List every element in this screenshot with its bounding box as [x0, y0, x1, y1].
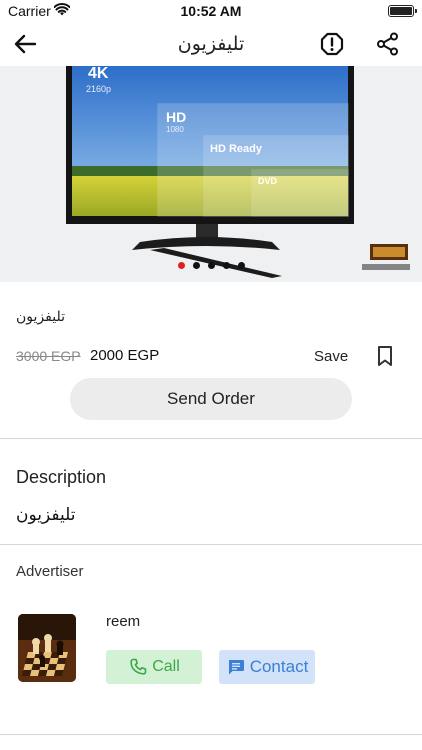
- description-heading: Description: [16, 467, 107, 487]
- clock: 10:52 AM: [180, 3, 242, 19]
- advertiser-name: reem: [106, 613, 141, 630]
- current-price: 2000 EGP: [90, 347, 160, 364]
- phone-icon: [130, 658, 147, 675]
- gallery-label-hd: HD: [166, 109, 186, 125]
- gallery-label-1080: 1080: [166, 125, 184, 134]
- price-row: 3000 EGP 2000 EGP Save: [16, 346, 406, 368]
- page-title: تليفزيون: [177, 33, 245, 55]
- alert-octagon-icon[interactable]: [318, 30, 346, 58]
- contact-button[interactable]: Contact: [219, 650, 315, 684]
- gallery-dot[interactable]: [177, 262, 185, 269]
- chess-board-avatar: [18, 614, 76, 682]
- avatar[interactable]: [18, 614, 76, 682]
- product-name: تليفزيون: [16, 309, 65, 325]
- call-label: Call: [152, 658, 180, 675]
- gallery-label-2160p: 2160p: [86, 84, 111, 94]
- product-image-gallery[interactable]: 4K 2160p HD 1080 HD Ready DVD: [0, 66, 422, 282]
- old-price: 3000 EGP: [16, 348, 81, 364]
- gallery-dot[interactable]: [222, 262, 230, 269]
- share-icon[interactable]: [374, 30, 402, 58]
- bookmark-icon[interactable]: [374, 344, 396, 368]
- gallery-label-4k: 4K: [88, 66, 109, 82]
- divider: [0, 438, 422, 439]
- nav-bar: تليفزيون: [0, 22, 422, 66]
- gallery-label-hd-ready: HD Ready: [210, 143, 263, 155]
- gallery-label-dvd: DVD: [258, 176, 278, 186]
- message-icon: [228, 660, 244, 675]
- divider: [0, 734, 422, 735]
- gallery-pagination: [0, 262, 422, 269]
- call-button[interactable]: Call: [106, 650, 202, 684]
- divider: [0, 544, 422, 545]
- description-text: تليفزيون: [16, 505, 76, 525]
- gallery-dot[interactable]: [207, 262, 215, 269]
- gallery-dot[interactable]: [192, 262, 200, 269]
- contact-label: Contact: [249, 657, 309, 676]
- gallery-dot[interactable]: [237, 262, 245, 269]
- battery-icon: [388, 5, 417, 17]
- send-order-button[interactable]: Send Order: [70, 378, 352, 420]
- status-bar: Carrier 10:52 AM: [0, 0, 422, 22]
- advertiser-heading: Advertiser: [16, 563, 84, 580]
- tv-product-photo: 4K 2160p HD 1080 HD Ready DVD: [0, 66, 422, 282]
- save-button[interactable]: Save: [314, 348, 348, 365]
